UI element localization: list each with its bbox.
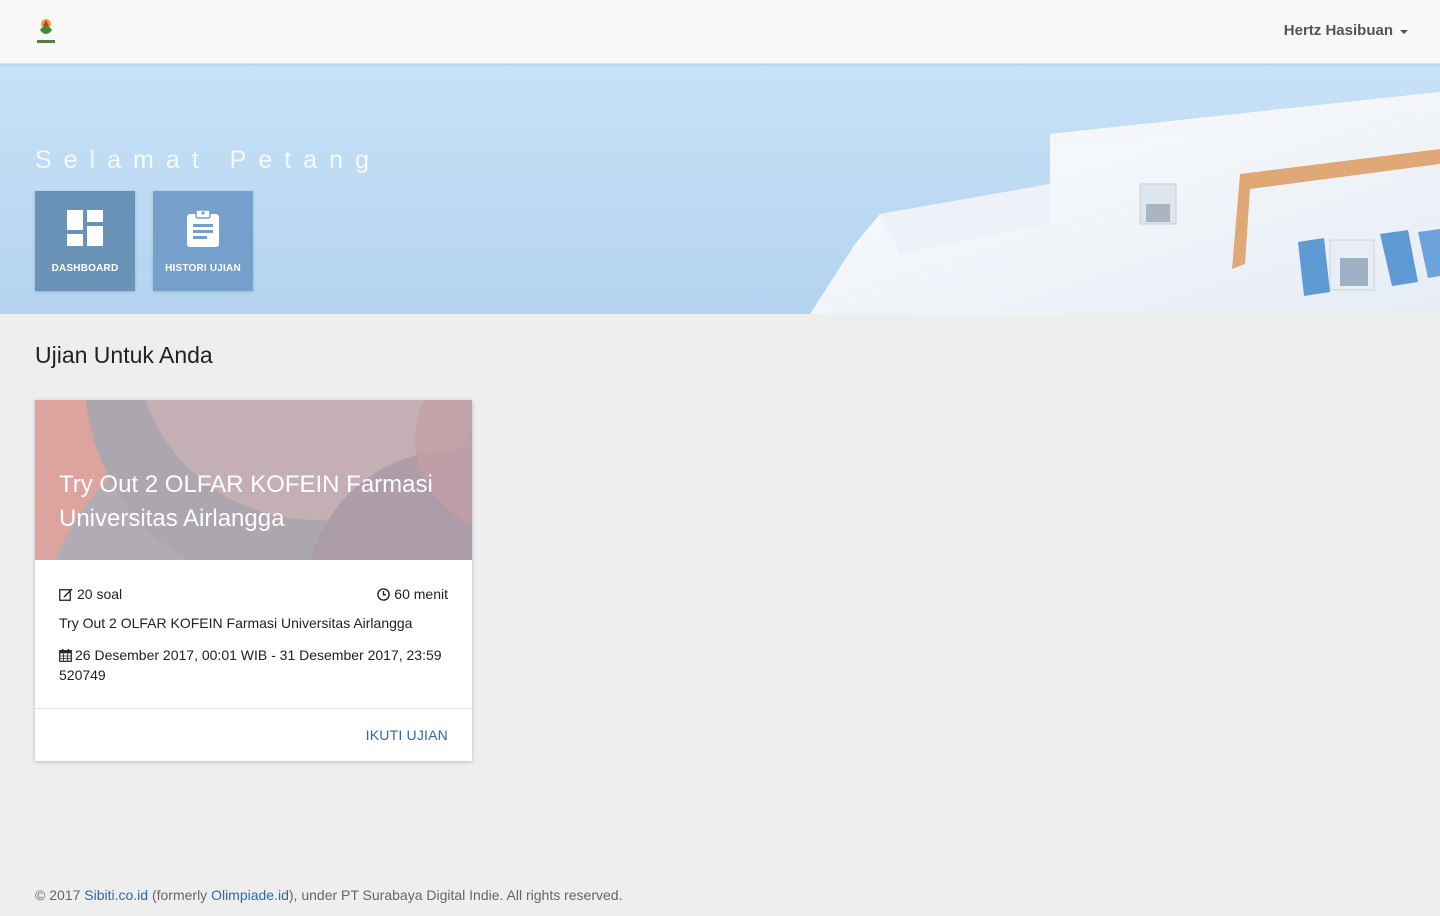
exam-duration-text: 60 menit — [394, 586, 448, 602]
footer-link-sibiti[interactable]: Sibiti.co.id — [84, 887, 148, 903]
footer-rights: ), under PT Surabaya Digital Indie. All … — [288, 887, 623, 903]
clock-icon — [377, 587, 391, 601]
card-divider — [35, 708, 472, 709]
question-count-text: 20 soal — [77, 586, 123, 602]
dashboard-icon — [66, 209, 104, 247]
clipboard-icon — [184, 209, 222, 247]
exam-schedule: 26 Desember 2017, 00:01 WIB - 31 Desembe… — [59, 645, 448, 685]
footer-copyright: © 2017 — [35, 887, 85, 903]
section-title: Ujian Untuk Anda — [35, 342, 213, 368]
question-count: 20 soal — [59, 586, 122, 602]
exam-card-title: Try Out 2 OLFAR KOFEIN Farmasi Universit… — [59, 471, 433, 532]
top-navbar: Hertz Hasibuan — [0, 0, 1440, 64]
dashboard-tile-button[interactable]: DASHBOARD — [35, 191, 135, 291]
user-menu-dropdown[interactable]: Hertz Hasibuan — [1284, 22, 1408, 39]
user-name: Hertz Hasibuan — [1283, 22, 1393, 39]
exam-code: 520749 — [59, 667, 106, 683]
footer-formerly: (formerly — [148, 887, 212, 903]
sibiti-logo-icon[interactable] — [34, 16, 58, 46]
exam-card-header: Try Out 2 OLFAR KOFEIN Farmasi Universit… — [35, 400, 472, 560]
hero-banner: Selamat Petang DASHBOARD HISTORI UJIAN — [0, 64, 1440, 314]
exam-schedule-text: 26 Desember 2017, 00:01 WIB - 31 Desembe… — [75, 647, 442, 663]
exam-description: Try Out 2 OLFAR KOFEIN Farmasi Universit… — [59, 615, 413, 631]
take-exam-button[interactable]: IKUTI UJIAN — [366, 727, 448, 743]
exam-card: Try Out 2 OLFAR KOFEIN Farmasi Universit… — [35, 400, 472, 761]
exam-history-tile-button[interactable]: HISTORI UJIAN — [153, 191, 253, 291]
edit-icon — [59, 588, 73, 601]
greeting-text: Selamat Petang — [35, 146, 381, 174]
exam-history-tile-label: HISTORI UJIAN — [165, 263, 241, 274]
exam-card-body: 20 soal 60 menit Try Out 2 OLFAR KOFEIN … — [59, 585, 448, 685]
exam-meta-row: 20 soal 60 menit — [59, 585, 448, 603]
footer: © 2017 Sibiti.co.id (formerly Olimpiade.… — [35, 887, 622, 903]
caret-down-icon — [1400, 29, 1408, 34]
footer-link-olimpiade[interactable]: Olimpiade.id — [211, 887, 289, 903]
dashboard-tile-label: DASHBOARD — [51, 263, 119, 274]
calendar-icon — [59, 648, 72, 662]
exam-duration: 60 menit — [377, 586, 448, 602]
